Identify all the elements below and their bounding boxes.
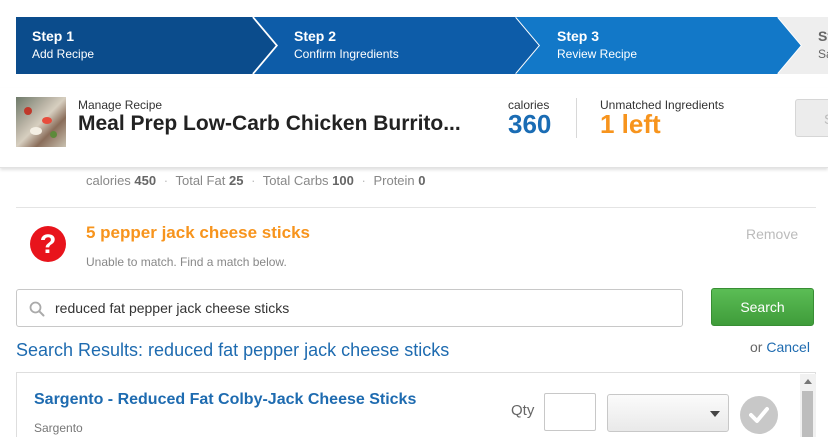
search-results-title: Search Results: reduced fat pepper jack … (16, 340, 450, 360)
results-scrollbar[interactable] (800, 374, 816, 437)
qty-label: Qty (511, 402, 535, 419)
step-1[interactable]: Step 1 Add Recipe (16, 17, 286, 74)
question-circle-icon: ? (30, 226, 66, 262)
nutrition-fat-value: 25 (228, 173, 244, 188)
step-2-arrow-shape (254, 17, 542, 74)
nutrition-calories-value: 450 (134, 173, 157, 188)
header-divider (576, 98, 577, 138)
step-3-number: Step 3 (557, 28, 600, 44)
cancel-search: or Cancel (750, 339, 810, 355)
recipe-title: Meal Prep Low-Carb Chicken Burrito... (78, 112, 461, 135)
step-4[interactable]: St Sa (778, 17, 828, 74)
nutrition-carbs-label: Total Carbs (262, 173, 329, 188)
search-button[interactable]: Search (711, 288, 814, 326)
result-item-name[interactable]: Sargento - Reduced Fat Colby-Jack Cheese… (34, 391, 416, 409)
unmatched-ingredients-value: 1 left (600, 109, 661, 139)
recipe-thumbnail[interactable] (16, 97, 66, 147)
step-1-number: Step 1 (32, 28, 75, 44)
nutrition-protein-value: 0 (418, 173, 426, 188)
or-label: or (750, 339, 763, 355)
step-2-number: Step 2 (294, 28, 337, 44)
check-icon (749, 407, 769, 423)
step-4-number: St (818, 28, 828, 44)
unmatched-ingredient-note: Unable to match. Find a match below. (86, 255, 287, 269)
scrollbar-thumb[interactable] (802, 391, 813, 437)
search-input[interactable] (55, 290, 675, 326)
chevron-down-icon (710, 411, 720, 417)
step-1-label: Add Recipe (32, 47, 95, 61)
step-1-arrow-shape (16, 17, 279, 74)
calories-value: 360 (508, 109, 552, 139)
save-button[interactable]: S (795, 99, 828, 137)
unmatched-ingredient-name: 5 pepper jack cheese sticks (86, 223, 310, 242)
search-icon (29, 301, 45, 317)
nutrition-calories-label: calories (86, 173, 131, 188)
nutrition-carbs-value: 100 (332, 173, 354, 188)
qty-input[interactable] (544, 393, 596, 431)
step-3-arrow-shape (516, 17, 804, 74)
step-4-label: Sa (818, 47, 828, 61)
search-box[interactable] (16, 289, 683, 327)
manage-recipe-label: Manage Recipe (78, 98, 163, 112)
section-divider (16, 207, 816, 208)
recipe-header: Manage Recipe Meal Prep Low-Carb Chicken… (0, 88, 828, 168)
remove-ingredient-link[interactable]: Remove (746, 226, 798, 242)
step-4-arrow-shape (778, 17, 828, 74)
nutrition-summary: calories 450 · Total Fat 25 · Total Carb… (86, 173, 426, 188)
step-3[interactable]: Step 3 Review Recipe (516, 17, 806, 74)
select-match-button[interactable] (740, 396, 778, 434)
nutrition-protein-label: Protein (373, 173, 415, 188)
cancel-link[interactable]: Cancel (766, 339, 810, 355)
search-results-list: Sargento - Reduced Fat Colby-Jack Cheese… (16, 372, 816, 437)
progress-stepper: Step 1 Add Recipe Step 2 Confirm Ingredi… (0, 0, 828, 88)
step-2[interactable]: Step 2 Confirm Ingredients (254, 17, 544, 74)
nutrition-fat-label: Total Fat (175, 173, 226, 188)
step-3-label: Review Recipe (557, 47, 638, 61)
scroll-up-arrow-icon[interactable] (804, 379, 812, 384)
result-item-brand: Sargento (34, 421, 83, 435)
unit-select[interactable] (607, 394, 729, 432)
step-2-label: Confirm Ingredients (294, 47, 399, 61)
